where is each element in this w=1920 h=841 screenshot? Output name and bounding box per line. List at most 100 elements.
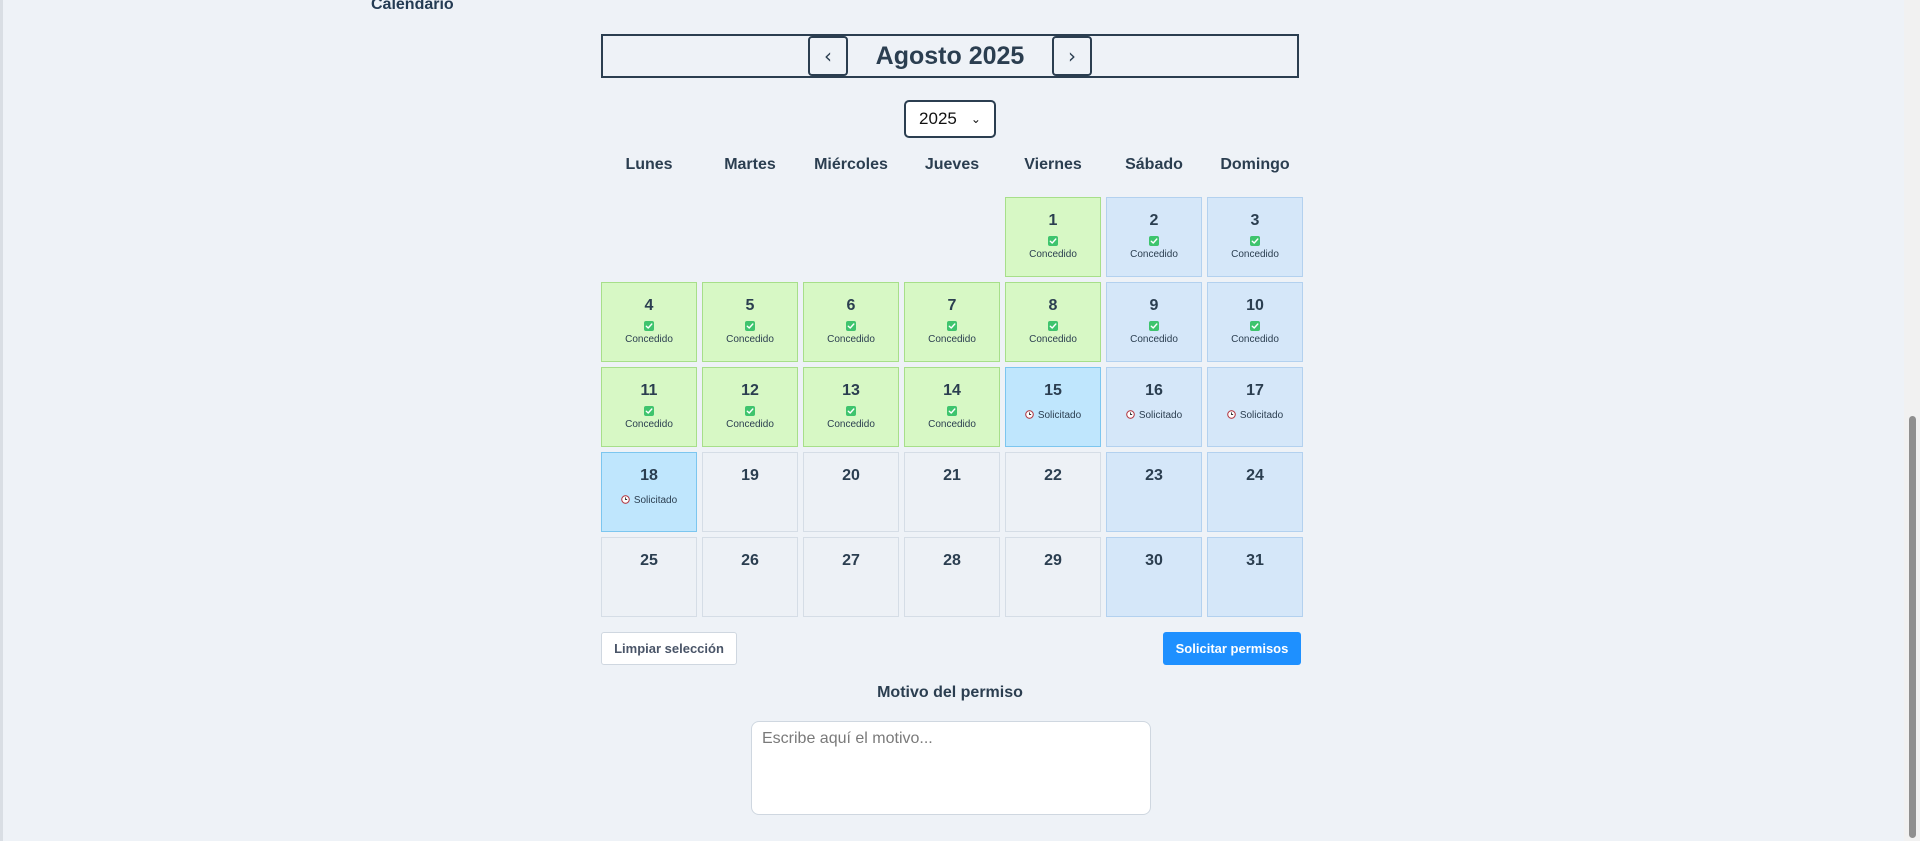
day-number: 16 — [1145, 382, 1163, 399]
day-cell[interactable]: 30 — [1106, 537, 1202, 617]
day-status: Concedido — [928, 334, 976, 345]
day-number: 14 — [943, 382, 961, 399]
day-cell[interactable]: 4 Concedido — [601, 282, 697, 362]
day-cell[interactable]: 26 — [702, 537, 798, 617]
day-status: Concedido — [827, 419, 875, 430]
day-number: 28 — [943, 552, 961, 569]
clock-icon — [1125, 406, 1135, 424]
day-cell[interactable]: 2 Concedido — [1106, 197, 1202, 277]
day-number: 23 — [1145, 467, 1163, 484]
day-cell[interactable]: 13 Concedido — [803, 367, 899, 447]
day-cell[interactable]: 8 Concedido — [1005, 282, 1101, 362]
day-cell[interactable]: 21 — [904, 452, 1000, 532]
request-permissions-button[interactable]: Solicitar permisos — [1163, 632, 1301, 665]
day-cell[interactable]: 25 — [601, 537, 697, 617]
scrollbar-thumb[interactable] — [1909, 416, 1916, 838]
day-status: Concedido — [1231, 249, 1279, 260]
day-status: Concedido — [625, 419, 673, 430]
vertical-scrollbar[interactable] — [1904, 0, 1920, 841]
check-icon — [846, 321, 856, 331]
day-number: 3 — [1250, 212, 1260, 229]
day-status: Concedido — [625, 334, 673, 345]
clock-icon — [1226, 406, 1236, 424]
check-icon — [1250, 321, 1260, 331]
day-cell[interactable]: 29 — [1005, 537, 1101, 617]
weekday-header: Lunes Martes Miércoles Jueves Viernes Sá… — [601, 156, 1299, 174]
day-cell[interactable]: 7 Concedido — [904, 282, 1000, 362]
day-cell[interactable]: 19 — [702, 452, 798, 532]
day-number: 2 — [1149, 212, 1159, 229]
day-cell[interactable]: 23 — [1106, 452, 1202, 532]
check-icon — [644, 321, 654, 331]
day-number: 29 — [1044, 552, 1062, 569]
day-number: 31 — [1246, 552, 1264, 569]
status-row: Solicitado — [1125, 406, 1183, 424]
day-cell[interactable]: 9 Concedido — [1106, 282, 1202, 362]
day-cell[interactable]: 28 — [904, 537, 1000, 617]
day-cell[interactable]: 12 Concedido — [702, 367, 798, 447]
day-cell[interactable]: 11 Concedido — [601, 367, 697, 447]
day-cell[interactable]: 24 — [1207, 452, 1303, 532]
check-icon — [745, 321, 755, 331]
check-icon — [846, 406, 856, 416]
check-icon — [1250, 236, 1260, 246]
weekday-label: Martes — [724, 156, 776, 173]
weekday-label: Miércoles — [814, 156, 888, 173]
weekday-label: Jueves — [924, 156, 980, 173]
day-cell[interactable]: 14 Concedido — [904, 367, 1000, 447]
day-cell[interactable]: 18 Solicitado — [601, 452, 697, 532]
day-cell[interactable]: 3 Concedido — [1207, 197, 1303, 277]
prev-month-button[interactable]: ‹ — [808, 36, 848, 76]
day-number: 7 — [947, 297, 957, 314]
day-number: 20 — [842, 467, 860, 484]
day-status: Concedido — [726, 334, 774, 345]
day-number: 1 — [1048, 212, 1058, 229]
day-cell[interactable]: 15 Solicitado — [1005, 367, 1101, 447]
day-number: 11 — [640, 382, 658, 399]
day-status: Solicitado — [1037, 409, 1082, 421]
weekday-label: Domingo — [1220, 156, 1290, 173]
day-cell[interactable]: 6 Concedido — [803, 282, 899, 362]
empty-day-cell — [601, 197, 697, 277]
day-number: 18 — [640, 467, 658, 484]
year-select[interactable]: 2025 ⌄ — [904, 100, 996, 138]
day-number: 21 — [943, 467, 961, 484]
reason-textarea[interactable] — [751, 721, 1151, 815]
clear-selection-button[interactable]: Limpiar selección — [601, 632, 737, 665]
day-status: Concedido — [1130, 249, 1178, 260]
day-number: 5 — [745, 297, 755, 314]
day-number: 13 — [842, 382, 860, 399]
day-status: Concedido — [827, 334, 875, 345]
day-number: 8 — [1048, 297, 1058, 314]
day-status: Concedido — [1029, 249, 1077, 260]
day-cell[interactable]: 16 Solicitado — [1106, 367, 1202, 447]
page: Calendario ‹ Agosto 2025 › 2025 ⌄ Lunes … — [0, 0, 1920, 841]
left-edge — [0, 0, 3, 841]
weekday-label: Viernes — [1024, 156, 1082, 173]
empty-day-cell — [702, 197, 798, 277]
day-number: 9 — [1149, 297, 1159, 314]
day-status: Solicitado — [1138, 409, 1183, 421]
day-cell[interactable]: 20 — [803, 452, 899, 532]
check-icon — [1149, 321, 1159, 331]
reason-label: Motivo del permiso — [877, 684, 1023, 701]
month-header: ‹ Agosto 2025 › — [601, 34, 1299, 78]
day-number: 25 — [640, 552, 658, 569]
day-number: 17 — [1246, 382, 1264, 399]
status-row: Solicitado — [1226, 406, 1283, 424]
day-cell[interactable]: 1 Concedido — [1005, 197, 1101, 277]
check-icon — [745, 406, 755, 416]
next-month-button[interactable]: › — [1052, 36, 1092, 76]
day-number: 12 — [741, 382, 759, 399]
day-status: Concedido — [726, 419, 774, 430]
day-cell[interactable]: 31 — [1207, 537, 1303, 617]
empty-day-cell — [803, 197, 899, 277]
day-cell[interactable]: 5 Concedido — [702, 282, 798, 362]
day-cell[interactable]: 22 — [1005, 452, 1101, 532]
day-number: 19 — [741, 467, 759, 484]
day-cell[interactable]: 17 Solicitado — [1207, 367, 1303, 447]
day-cell[interactable]: 27 — [803, 537, 899, 617]
day-cell[interactable]: 10 Concedido — [1207, 282, 1303, 362]
check-icon — [1149, 236, 1159, 246]
day-number: 24 — [1246, 467, 1264, 484]
